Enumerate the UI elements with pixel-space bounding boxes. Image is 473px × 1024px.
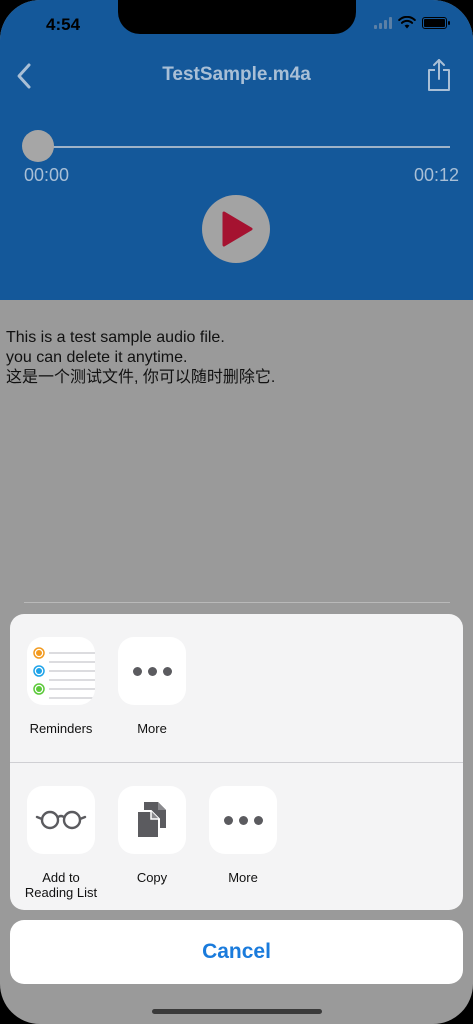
- reading-glasses-icon: [27, 786, 95, 854]
- app-screen: 4:54 TestSample.m4a 00:00 00:12 This is …: [0, 0, 473, 1024]
- player-header: 4:54 TestSample.m4a 00:00 00:12: [0, 0, 473, 300]
- play-icon: [222, 211, 253, 247]
- nav-title: TestSample.m4a: [162, 64, 311, 85]
- description-line: This is a test sample audio file.: [6, 329, 225, 346]
- total-time: 00:12: [413, 165, 459, 185]
- share-app-label: More: [137, 721, 167, 736]
- cellular-signal-icon: [374, 16, 392, 29]
- cancel-button[interactable]: Cancel: [10, 920, 463, 984]
- reminders-icon: [27, 637, 95, 705]
- more-icon: [118, 637, 186, 705]
- action-label: Add to Reading List: [24, 870, 98, 900]
- battery-icon: [422, 16, 450, 29]
- description-line: 这是一个测试文件, 你可以随时删除它.: [6, 369, 276, 386]
- action-add-to-reading-list[interactable]: Add to Reading List: [21, 786, 101, 900]
- share-icon[interactable]: [427, 58, 451, 92]
- play-button[interactable]: [202, 195, 270, 263]
- share-app-reminders[interactable]: Reminders: [21, 637, 101, 736]
- action-copy[interactable]: Copy: [112, 786, 192, 885]
- more-icon: [209, 786, 277, 854]
- content-divider: [24, 602, 450, 603]
- share-sheet: Reminders More Add to Reading List Copy …: [10, 614, 463, 910]
- share-sheet-separator: [10, 762, 463, 763]
- description-line: you can delete it anytime.: [6, 349, 188, 366]
- progress-track[interactable]: [38, 146, 450, 148]
- action-label: More: [228, 870, 258, 885]
- progress-thumb[interactable]: [22, 130, 54, 162]
- wifi-icon: [398, 16, 416, 29]
- current-time: 00:00: [24, 165, 70, 185]
- action-label: Copy: [136, 870, 168, 885]
- file-description: This is a test sample audio file. you ca…: [6, 328, 466, 388]
- share-app-more[interactable]: More: [112, 637, 192, 736]
- status-time: 4:54: [46, 15, 81, 34]
- status-icons: [374, 16, 450, 29]
- copy-icon: [118, 786, 186, 854]
- home-indicator[interactable]: [152, 1009, 322, 1014]
- share-app-label: Reminders: [29, 721, 93, 736]
- device-notch: [118, 0, 356, 34]
- action-more[interactable]: More: [203, 786, 283, 885]
